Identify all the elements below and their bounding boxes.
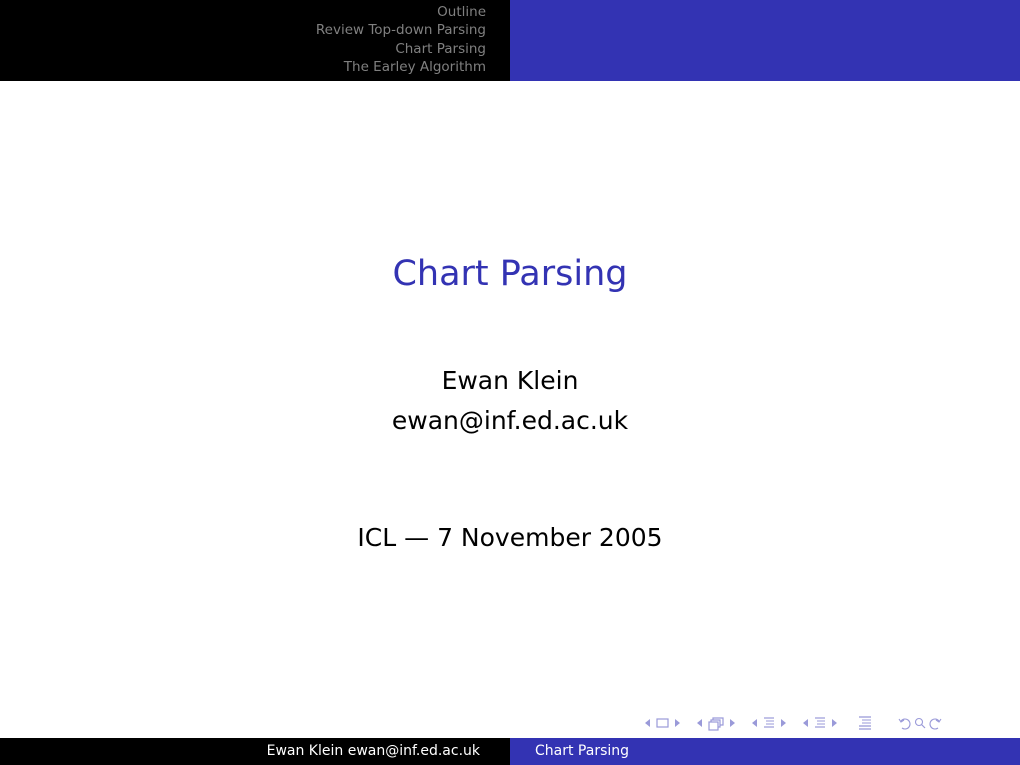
- header-section-nav: Outline Review Top-down Parsing Chart Pa…: [0, 0, 510, 81]
- section-link-chart-parsing[interactable]: Chart Parsing: [395, 40, 486, 58]
- prev-subsection-arrow-icon[interactable]: [752, 719, 757, 727]
- author-email: ewan@inf.ed.ac.uk: [391, 406, 629, 435]
- document-nav: [858, 715, 872, 731]
- footer-bar: Ewan Klein ewan@inf.ed.ac.uk Chart Parsi…: [0, 738, 1020, 765]
- footer-author: Ewan Klein ewan@inf.ed.ac.uk: [266, 743, 480, 759]
- event-date: ICL — 7 November 2005: [357, 523, 663, 552]
- next-frame-arrow-icon[interactable]: [675, 719, 680, 727]
- section-icon[interactable]: [814, 716, 826, 730]
- redo-icon[interactable]: [929, 717, 942, 730]
- search-nav: [898, 717, 942, 730]
- next-section-arrow-icon[interactable]: [832, 719, 837, 727]
- section-nav-list: Outline Review Top-down Parsing Chart Pa…: [316, 3, 486, 76]
- author-name: Ewan Klein: [441, 366, 579, 395]
- footer-title: Chart Parsing: [535, 743, 630, 759]
- footer-title-panel: Chart Parsing: [510, 738, 1020, 765]
- beamer-navigation-bar: [645, 713, 942, 733]
- section-nav: [803, 716, 837, 730]
- header-accent-panel: [510, 0, 1020, 81]
- section-link-outline[interactable]: Outline: [437, 3, 486, 21]
- next-slide-arrow-icon[interactable]: [730, 719, 735, 727]
- header-bar: Outline Review Top-down Parsing Chart Pa…: [0, 0, 1020, 81]
- frame-icon[interactable]: [656, 718, 669, 728]
- section-link-review-top-down-parsing[interactable]: Review Top-down Parsing: [316, 21, 486, 39]
- footer-author-panel: Ewan Klein ewan@inf.ed.ac.uk: [0, 738, 510, 765]
- subsection-icon[interactable]: [763, 716, 775, 730]
- undo-icon[interactable]: [898, 717, 911, 730]
- frame-nav: [645, 718, 680, 728]
- next-subsection-arrow-icon[interactable]: [781, 719, 786, 727]
- prev-section-arrow-icon[interactable]: [803, 719, 808, 727]
- prev-frame-arrow-icon[interactable]: [645, 719, 650, 727]
- document-icon[interactable]: [858, 715, 872, 731]
- section-link-earley-algorithm[interactable]: The Earley Algorithm: [344, 58, 486, 76]
- prev-slide-arrow-icon[interactable]: [697, 719, 702, 727]
- slide-nav: [697, 716, 735, 731]
- subsection-nav: [752, 716, 786, 730]
- search-icon[interactable]: [914, 717, 926, 730]
- slide-icon[interactable]: [708, 716, 724, 731]
- slide-title: Chart Parsing: [392, 254, 628, 294]
